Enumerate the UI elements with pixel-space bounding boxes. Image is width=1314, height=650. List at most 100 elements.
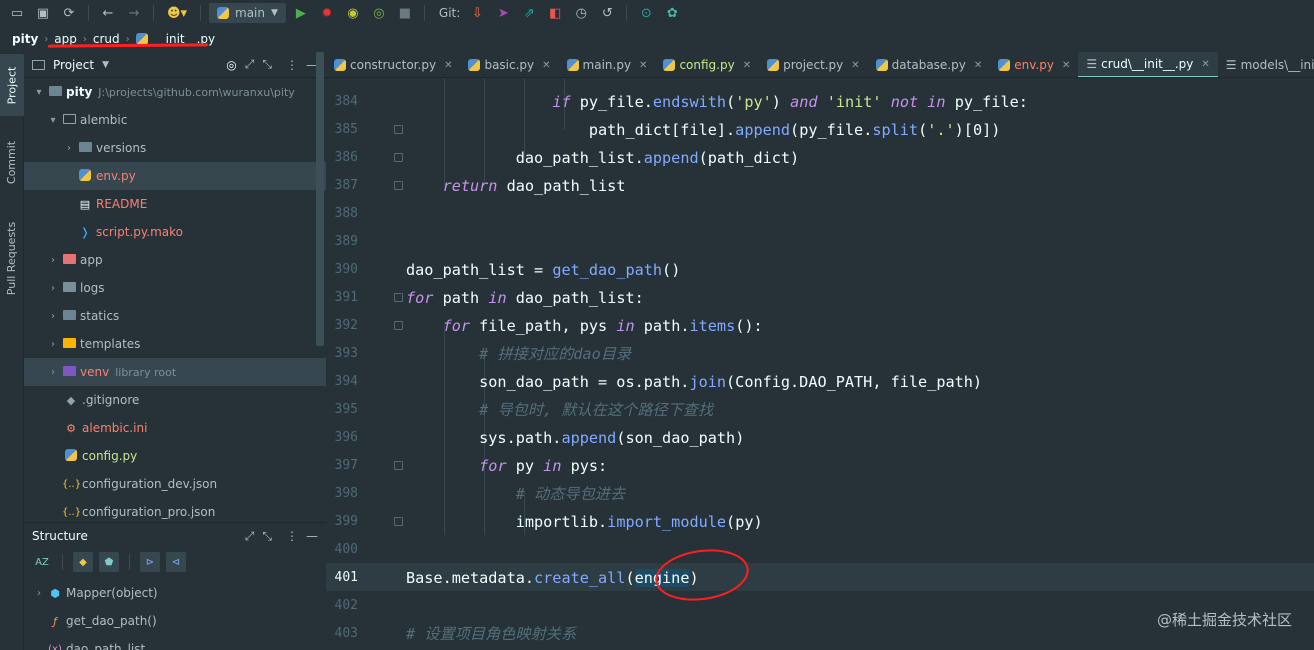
show-tags-icon[interactable]: ⬟: [99, 552, 119, 572]
close-icon[interactable]: ✕: [1201, 59, 1209, 70]
tree-item-venv[interactable]: › venv library root: [24, 358, 326, 386]
folder-open-icon[interactable]: ▭: [6, 2, 28, 24]
git-update-icon[interactable]: ⇩: [466, 2, 488, 24]
tree-item-readme[interactable]: ▤ README: [24, 190, 326, 218]
fold-marker-icon[interactable]: [394, 125, 403, 134]
close-icon[interactable]: ✕: [743, 60, 751, 71]
tree-item-script-mako[interactable]: ❭ script.py.mako: [24, 218, 326, 246]
project-panel-title[interactable]: Project: [53, 58, 94, 72]
tab-constructor-py[interactable]: constructor.py ✕: [326, 52, 460, 77]
tab-models-init[interactable]: ☰models\__init__: [1218, 52, 1314, 77]
tree-item-gitignore[interactable]: ◆ .gitignore: [24, 386, 326, 414]
line-number: 396: [334, 430, 358, 445]
git-history-icon[interactable]: ◷: [570, 2, 592, 24]
fold-marker-icon[interactable]: [394, 517, 403, 526]
tab-config-py[interactable]: config.py ✕: [655, 52, 759, 77]
structure-item-label: Mapper(object): [66, 586, 158, 600]
tree-item-configuration-dev[interactable]: {..} configuration_dev.json: [24, 470, 326, 498]
expand-icon[interactable]: ⤢: [245, 529, 255, 544]
fold-marker-icon[interactable]: [394, 461, 403, 470]
tree-item-label: pity: [66, 85, 93, 99]
plugin-icon[interactable]: ✿: [661, 2, 683, 24]
code-token: # 导包时, 默认在这个路径下查找: [479, 401, 714, 419]
collapse-all-icon[interactable]: ⤡: [262, 57, 272, 72]
tab-project-py[interactable]: project.py ✕: [759, 52, 868, 77]
tab-crud-init-py[interactable]: ☰ crud\__init__.py ✕: [1078, 52, 1218, 77]
code-editor[interactable]: 384 385 386 387 388 389 390 391 392 393 394 395 396 3…: [326, 78, 1314, 650]
tool-tab-project[interactable]: Project: [0, 54, 24, 116]
tree-item-templates[interactable]: › templates: [24, 330, 326, 358]
close-icon[interactable]: ✕: [639, 60, 647, 71]
close-icon[interactable]: ✕: [974, 60, 982, 71]
fold-marker-icon[interactable]: [394, 321, 403, 330]
close-icon[interactable]: ✕: [542, 60, 550, 71]
run-icon[interactable]: ▶: [290, 2, 312, 24]
code-token: (): [662, 261, 681, 279]
fold-marker-icon[interactable]: [394, 293, 403, 302]
close-icon[interactable]: ✕: [444, 60, 452, 71]
coverage-icon[interactable]: ◉: [342, 2, 364, 24]
autoscroll-from-source-icon[interactable]: ⊲: [166, 552, 186, 572]
tab-basic-py[interactable]: basic.py ✕: [460, 52, 558, 77]
tree-item-statics[interactable]: › statics: [24, 302, 326, 330]
git-compare-icon[interactable]: ◧: [544, 2, 566, 24]
code-token: (py): [726, 513, 763, 531]
breadcrumb-item-pity[interactable]: pity: [12, 32, 38, 46]
target-icon[interactable]: ◎: [226, 58, 236, 72]
more-options-icon[interactable]: ⋮: [286, 58, 298, 72]
tree-item-logs[interactable]: › logs: [24, 274, 326, 302]
back-arrow-icon[interactable]: ←: [97, 2, 119, 24]
show-fields-icon[interactable]: ◆: [73, 552, 93, 572]
collapse-icon[interactable]: ⤡: [262, 529, 272, 544]
structure-item[interactable]: › ⬢ Mapper(object): [24, 579, 326, 607]
save-icon[interactable]: ▣: [32, 2, 54, 24]
json-file-icon: {..}: [62, 478, 82, 490]
tool-tab-pull-requests[interactable]: Pull Requests: [0, 208, 24, 308]
project-scrollbar[interactable]: [316, 52, 324, 346]
debug-icon[interactable]: ✹: [316, 2, 338, 24]
tab-main-py[interactable]: main.py ✕: [559, 52, 656, 77]
structure-item[interactable]: ƒ get_dao_path(): [24, 607, 326, 635]
close-icon[interactable]: ✕: [851, 60, 859, 71]
tool-tab-commit[interactable]: Commit: [0, 130, 24, 194]
line-number: 390: [334, 262, 358, 277]
tree-item-pity[interactable]: ▾ pity J:\projects\github.com\wuranxu\pi…: [24, 78, 326, 106]
run-config-selector[interactable]: main ▼: [209, 3, 286, 23]
git-push-icon[interactable]: ⇗: [518, 2, 540, 24]
fold-marker-icon[interactable]: [394, 153, 403, 162]
chevron-down-icon[interactable]: ▼: [102, 60, 109, 70]
code-token: path.: [634, 317, 690, 335]
forward-arrow-icon[interactable]: →: [123, 2, 145, 24]
sort-alpha-icon[interactable]: AZ: [32, 552, 52, 572]
tree-item-config-py[interactable]: config.py: [24, 442, 326, 470]
tree-item-env-py[interactable]: env.py: [24, 162, 326, 190]
close-icon[interactable]: ✕: [1062, 60, 1070, 71]
code-token: pys:: [561, 457, 608, 475]
tab-database-py[interactable]: database.py ✕: [868, 52, 991, 77]
toolbar-divider: [88, 5, 89, 21]
profile-icon[interactable]: ◎: [368, 2, 390, 24]
users-icon[interactable]: ☻▾: [162, 2, 192, 24]
tree-item-versions[interactable]: › versions: [24, 134, 326, 162]
more-options-icon[interactable]: ⋮: [286, 529, 298, 543]
code-token: in: [616, 317, 635, 335]
search-everywhere-icon[interactable]: ⊙: [635, 2, 657, 24]
hide-icon[interactable]: —: [306, 529, 318, 543]
tree-item-alembic-ini[interactable]: ⚙ alembic.ini: [24, 414, 326, 442]
tree-item-app[interactable]: › app: [24, 246, 326, 274]
tree-item-alembic[interactable]: ▾ alembic: [24, 106, 326, 134]
sync-icon[interactable]: ⟳: [58, 2, 80, 24]
stop-icon[interactable]: ■: [394, 2, 416, 24]
structure-item[interactable]: (x) dao_path_list: [24, 635, 326, 650]
tab-env-py[interactable]: env.py ✕: [990, 52, 1078, 77]
git-rollback-icon[interactable]: ↺: [596, 2, 618, 24]
autoscroll-to-source-icon[interactable]: ⊳: [140, 552, 160, 572]
chevron-down-icon: ▾: [50, 114, 56, 126]
expand-all-icon[interactable]: ⤢: [245, 57, 255, 72]
git-commit-icon[interactable]: ➤: [492, 2, 514, 24]
fold-marker-icon[interactable]: [394, 181, 403, 190]
toolbar-divider: [62, 554, 63, 570]
